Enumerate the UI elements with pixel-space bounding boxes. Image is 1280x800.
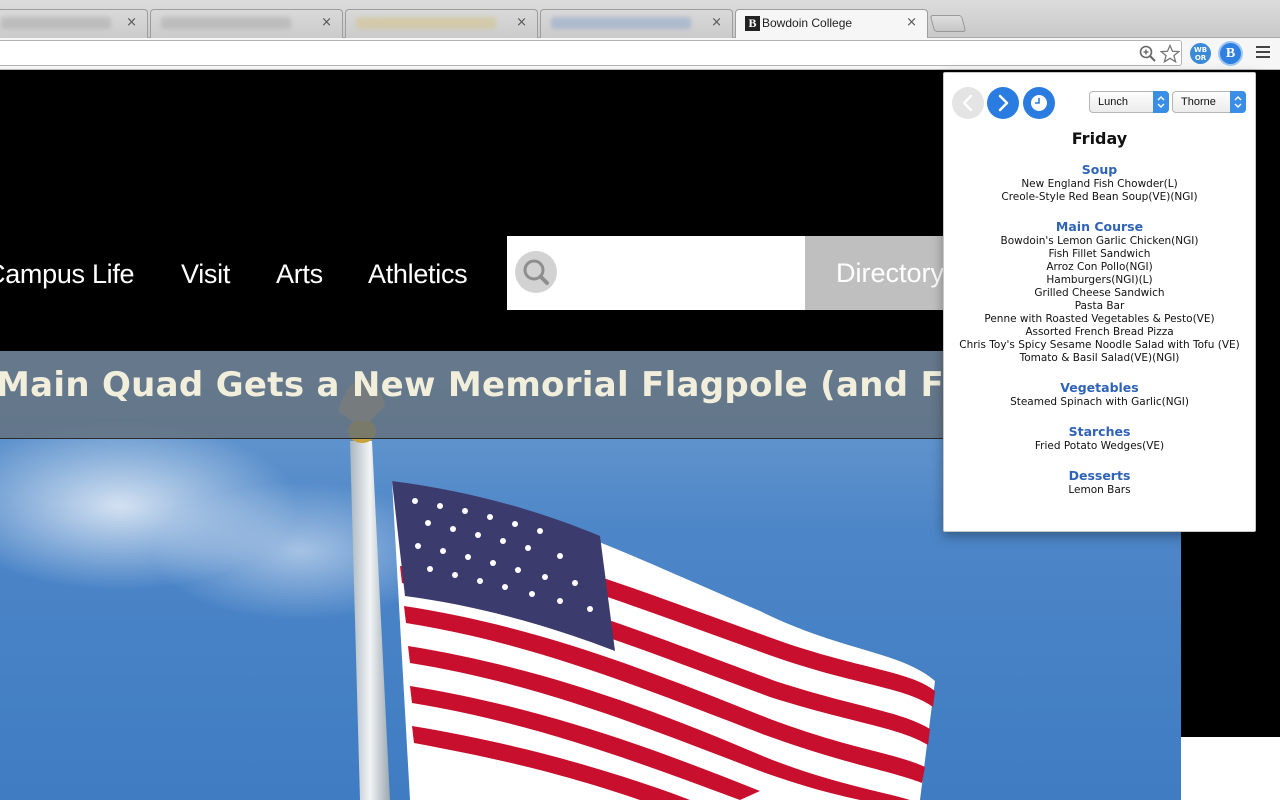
menu-item: New England Fish Chowder(L) xyxy=(1021,178,1178,190)
hall-select-value: Thorne xyxy=(1181,96,1216,108)
tab-close-icon[interactable]: × xyxy=(516,15,527,30)
tab-title-blurred xyxy=(1,17,111,29)
section-title: Starches xyxy=(1068,424,1131,439)
browser-tab[interactable]: × xyxy=(150,9,343,38)
meal-select-value: Lunch xyxy=(1098,96,1128,108)
nav-athletics[interactable]: Athletics xyxy=(368,259,468,290)
section-title: Vegetables xyxy=(1060,380,1139,395)
new-tab-button[interactable] xyxy=(929,15,967,32)
next-day-button[interactable] xyxy=(987,87,1019,119)
browser-tab[interactable]: × xyxy=(540,9,733,38)
menu-section-soup: Soup New England Fish Chowder(L) Creole-… xyxy=(944,162,1255,204)
select-arrows-icon xyxy=(1153,91,1169,113)
menu-item: Lemon Bars xyxy=(1068,484,1131,496)
browser-menu-icon[interactable] xyxy=(1256,46,1270,58)
tab-close-icon[interactable]: × xyxy=(126,15,137,30)
menu-item: Grilled Cheese Sandwich xyxy=(1034,287,1165,299)
browser-toolbar xyxy=(0,38,1280,70)
tab-close-icon[interactable]: × xyxy=(321,15,332,30)
day-title: Friday xyxy=(1071,129,1128,148)
menu-item: Assorted French Bread Pizza xyxy=(1025,326,1174,338)
page-edge-panel xyxy=(1181,737,1280,800)
menu-section-starches: Starches Fried Potato Wedges(VE) xyxy=(944,424,1255,453)
clock-icon xyxy=(1031,95,1047,111)
today-button[interactable] xyxy=(1023,87,1055,119)
headline[interactable]: Main Quad Gets a New Memorial Flagpole (… xyxy=(0,365,1020,405)
menu-section-vegetables: Vegetables Steamed Spinach with Garlic(N… xyxy=(944,380,1255,409)
menu-item: Pasta Bar xyxy=(1074,300,1125,312)
browser-tab[interactable]: × xyxy=(0,9,148,38)
address-bar[interactable] xyxy=(0,40,1182,66)
nav-arts[interactable]: Arts xyxy=(276,259,323,290)
section-title: Soup xyxy=(1081,162,1118,177)
section-title: Main Course xyxy=(1055,219,1144,234)
menu-item: Tomato & Basil Salad(VE)(NGI) xyxy=(1019,352,1180,364)
menu-item: Hamburgers(NGI)(L) xyxy=(1046,274,1153,286)
search-icon[interactable] xyxy=(515,251,557,293)
menu-item: Steamed Spinach with Garlic(NGI) xyxy=(1010,396,1189,408)
menu-item: Arroz Con Pollo(NGI) xyxy=(1046,261,1153,273)
tab-title-blurred xyxy=(551,17,691,29)
menu-section-desserts: Desserts Lemon Bars xyxy=(944,468,1255,497)
menu-item: Chris Toy's Spicy Sesame Noodle Salad wi… xyxy=(959,339,1240,351)
wb-extension-icon[interactable]: WB OR xyxy=(1190,43,1211,64)
bowdoin-menu-extension-icon[interactable]: B xyxy=(1220,43,1241,64)
meal-select[interactable]: Lunch xyxy=(1089,91,1169,113)
tab-title-blurred xyxy=(161,17,291,29)
tab-title: Bowdoin College xyxy=(762,16,853,30)
tab-close-icon[interactable]: × xyxy=(711,15,722,30)
bowdoin-favicon-icon: B xyxy=(745,16,760,31)
tab-close-icon[interactable]: × xyxy=(906,15,917,30)
dining-hall-select[interactable]: Thorne xyxy=(1172,91,1246,113)
zoom-icon[interactable] xyxy=(1138,44,1158,64)
menu-section-main-course: Main Course Bowdoin's Lemon Garlic Chick… xyxy=(944,219,1255,365)
menu-item: Penne with Roasted Vegetables & Pesto(VE… xyxy=(984,313,1215,325)
chevron-left-icon xyxy=(962,94,973,112)
section-title: Desserts xyxy=(1068,468,1131,483)
previous-day-button[interactable] xyxy=(952,87,984,119)
nav-campus-life[interactable]: Campus Life xyxy=(0,259,135,290)
browser-tab[interactable]: × xyxy=(345,9,538,38)
select-arrows-icon xyxy=(1230,91,1246,113)
dining-menu-popup: Lunch Thorne Friday Soup New England Fis… xyxy=(943,72,1256,532)
browser-tab-bar: × × × × B Bowdoin College × xyxy=(0,0,1280,39)
menu-item: Fried Potato Wedges(VE) xyxy=(1034,440,1165,452)
nav-visit[interactable]: Visit xyxy=(181,259,230,290)
browser-tab-active[interactable]: B Bowdoin College × xyxy=(735,9,928,39)
menu-item: Creole-Style Red Bean Soup(VE)(NGI) xyxy=(1001,191,1198,203)
tab-title-blurred xyxy=(356,17,496,29)
chevron-right-icon xyxy=(998,94,1009,112)
bookmark-star-icon[interactable] xyxy=(1160,44,1180,64)
menu-item: Fish Fillet Sandwich xyxy=(1048,248,1151,260)
directory-label: Directory xyxy=(836,258,945,288)
menu-item: Bowdoin's Lemon Garlic Chicken(NGI) xyxy=(1000,235,1199,247)
